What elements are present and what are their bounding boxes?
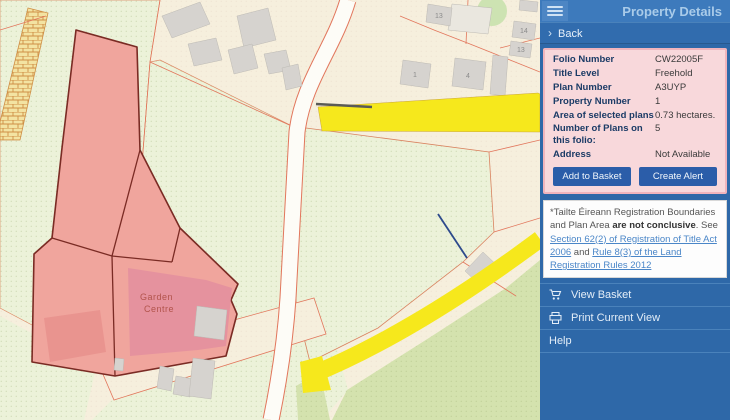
map-canvas[interactable]: Garden Centre xyxy=(0,0,540,420)
detail-row-area: Area of selected plans 0.73 hectares. xyxy=(545,109,725,123)
detail-row-property-number: Property Number 1 xyxy=(545,95,725,109)
cart-icon xyxy=(549,289,563,301)
property-details-app: Garden Centre xyxy=(0,0,730,420)
building-number: 4 xyxy=(466,73,470,80)
menu-item-label: Print Current View xyxy=(571,312,660,324)
view-basket-button[interactable]: View Basket xyxy=(540,283,730,306)
detail-value: CW22005F xyxy=(655,54,717,66)
sidebar-header: Property Details xyxy=(540,0,730,22)
garden-centre-label-line2: Centre xyxy=(144,304,174,314)
detail-value: Not Available xyxy=(655,149,717,161)
create-alert-button[interactable]: Create Alert xyxy=(639,167,717,186)
sidebar-menu: View Basket Print Current View Help xyxy=(540,283,730,353)
menu-item-label: Help xyxy=(549,335,572,347)
building-number: 1 xyxy=(413,72,417,79)
help-button[interactable]: Help xyxy=(540,329,730,353)
back-label: Back xyxy=(558,28,582,40)
printer-icon xyxy=(549,312,563,324)
back-button[interactable]: › Back xyxy=(540,22,730,44)
hamburger-menu-icon[interactable] xyxy=(542,1,568,21)
disclaimer-text: . See xyxy=(696,220,718,231)
property-details-sidebar: Property Details › Back Folio Number CW22… xyxy=(540,0,730,420)
folio-details-panel: Folio Number CW22005F Title Level Freeho… xyxy=(543,48,727,194)
registration-disclaimer: *Tailte Éireann Registration Boundaries … xyxy=(543,200,727,278)
building-number: 13 xyxy=(435,13,443,20)
detail-value: 1 xyxy=(655,96,717,108)
disclaimer-bold: are not conclusive xyxy=(612,220,695,231)
panel-actions: Add to Basket Create Alert xyxy=(545,162,725,188)
detail-row-title-level: Title Level Freehold xyxy=(545,67,725,81)
disclaimer-text: and xyxy=(571,247,592,258)
menu-item-label: View Basket xyxy=(571,289,631,301)
detail-label: Plan Number xyxy=(553,82,655,94)
building-number: 14 xyxy=(520,28,528,35)
add-to-basket-button[interactable]: Add to Basket xyxy=(553,167,631,186)
detail-label: Area of selected plans xyxy=(553,110,655,122)
detail-label: Title Level xyxy=(553,68,655,80)
detail-label: Property Number xyxy=(553,96,655,108)
building-number: 13 xyxy=(517,47,525,54)
detail-row-plan-count: Number of Plans on this folio: 5 xyxy=(545,122,725,148)
detail-label: Address xyxy=(553,149,655,161)
print-current-view-button[interactable]: Print Current View xyxy=(540,306,730,329)
detail-value: A3UYP xyxy=(655,82,717,94)
panel-title: Property Details xyxy=(568,4,730,19)
detail-value: 5 xyxy=(655,123,717,147)
garden-centre-label-line1: Garden xyxy=(140,292,173,302)
detail-label: Number of Plans on this folio: xyxy=(553,123,655,147)
chevron-right-icon: › xyxy=(548,26,552,40)
detail-row-address: Address Not Available xyxy=(545,148,725,162)
detail-value: Freehold xyxy=(655,68,717,80)
detail-label: Folio Number xyxy=(553,54,655,66)
detail-row-folio-number: Folio Number CW22005F xyxy=(545,53,725,67)
map-viewport[interactable]: Garden Centre xyxy=(0,0,540,420)
detail-value: 0.73 hectares. xyxy=(655,110,717,122)
detail-row-plan-number: Plan Number A3UYP xyxy=(545,81,725,95)
